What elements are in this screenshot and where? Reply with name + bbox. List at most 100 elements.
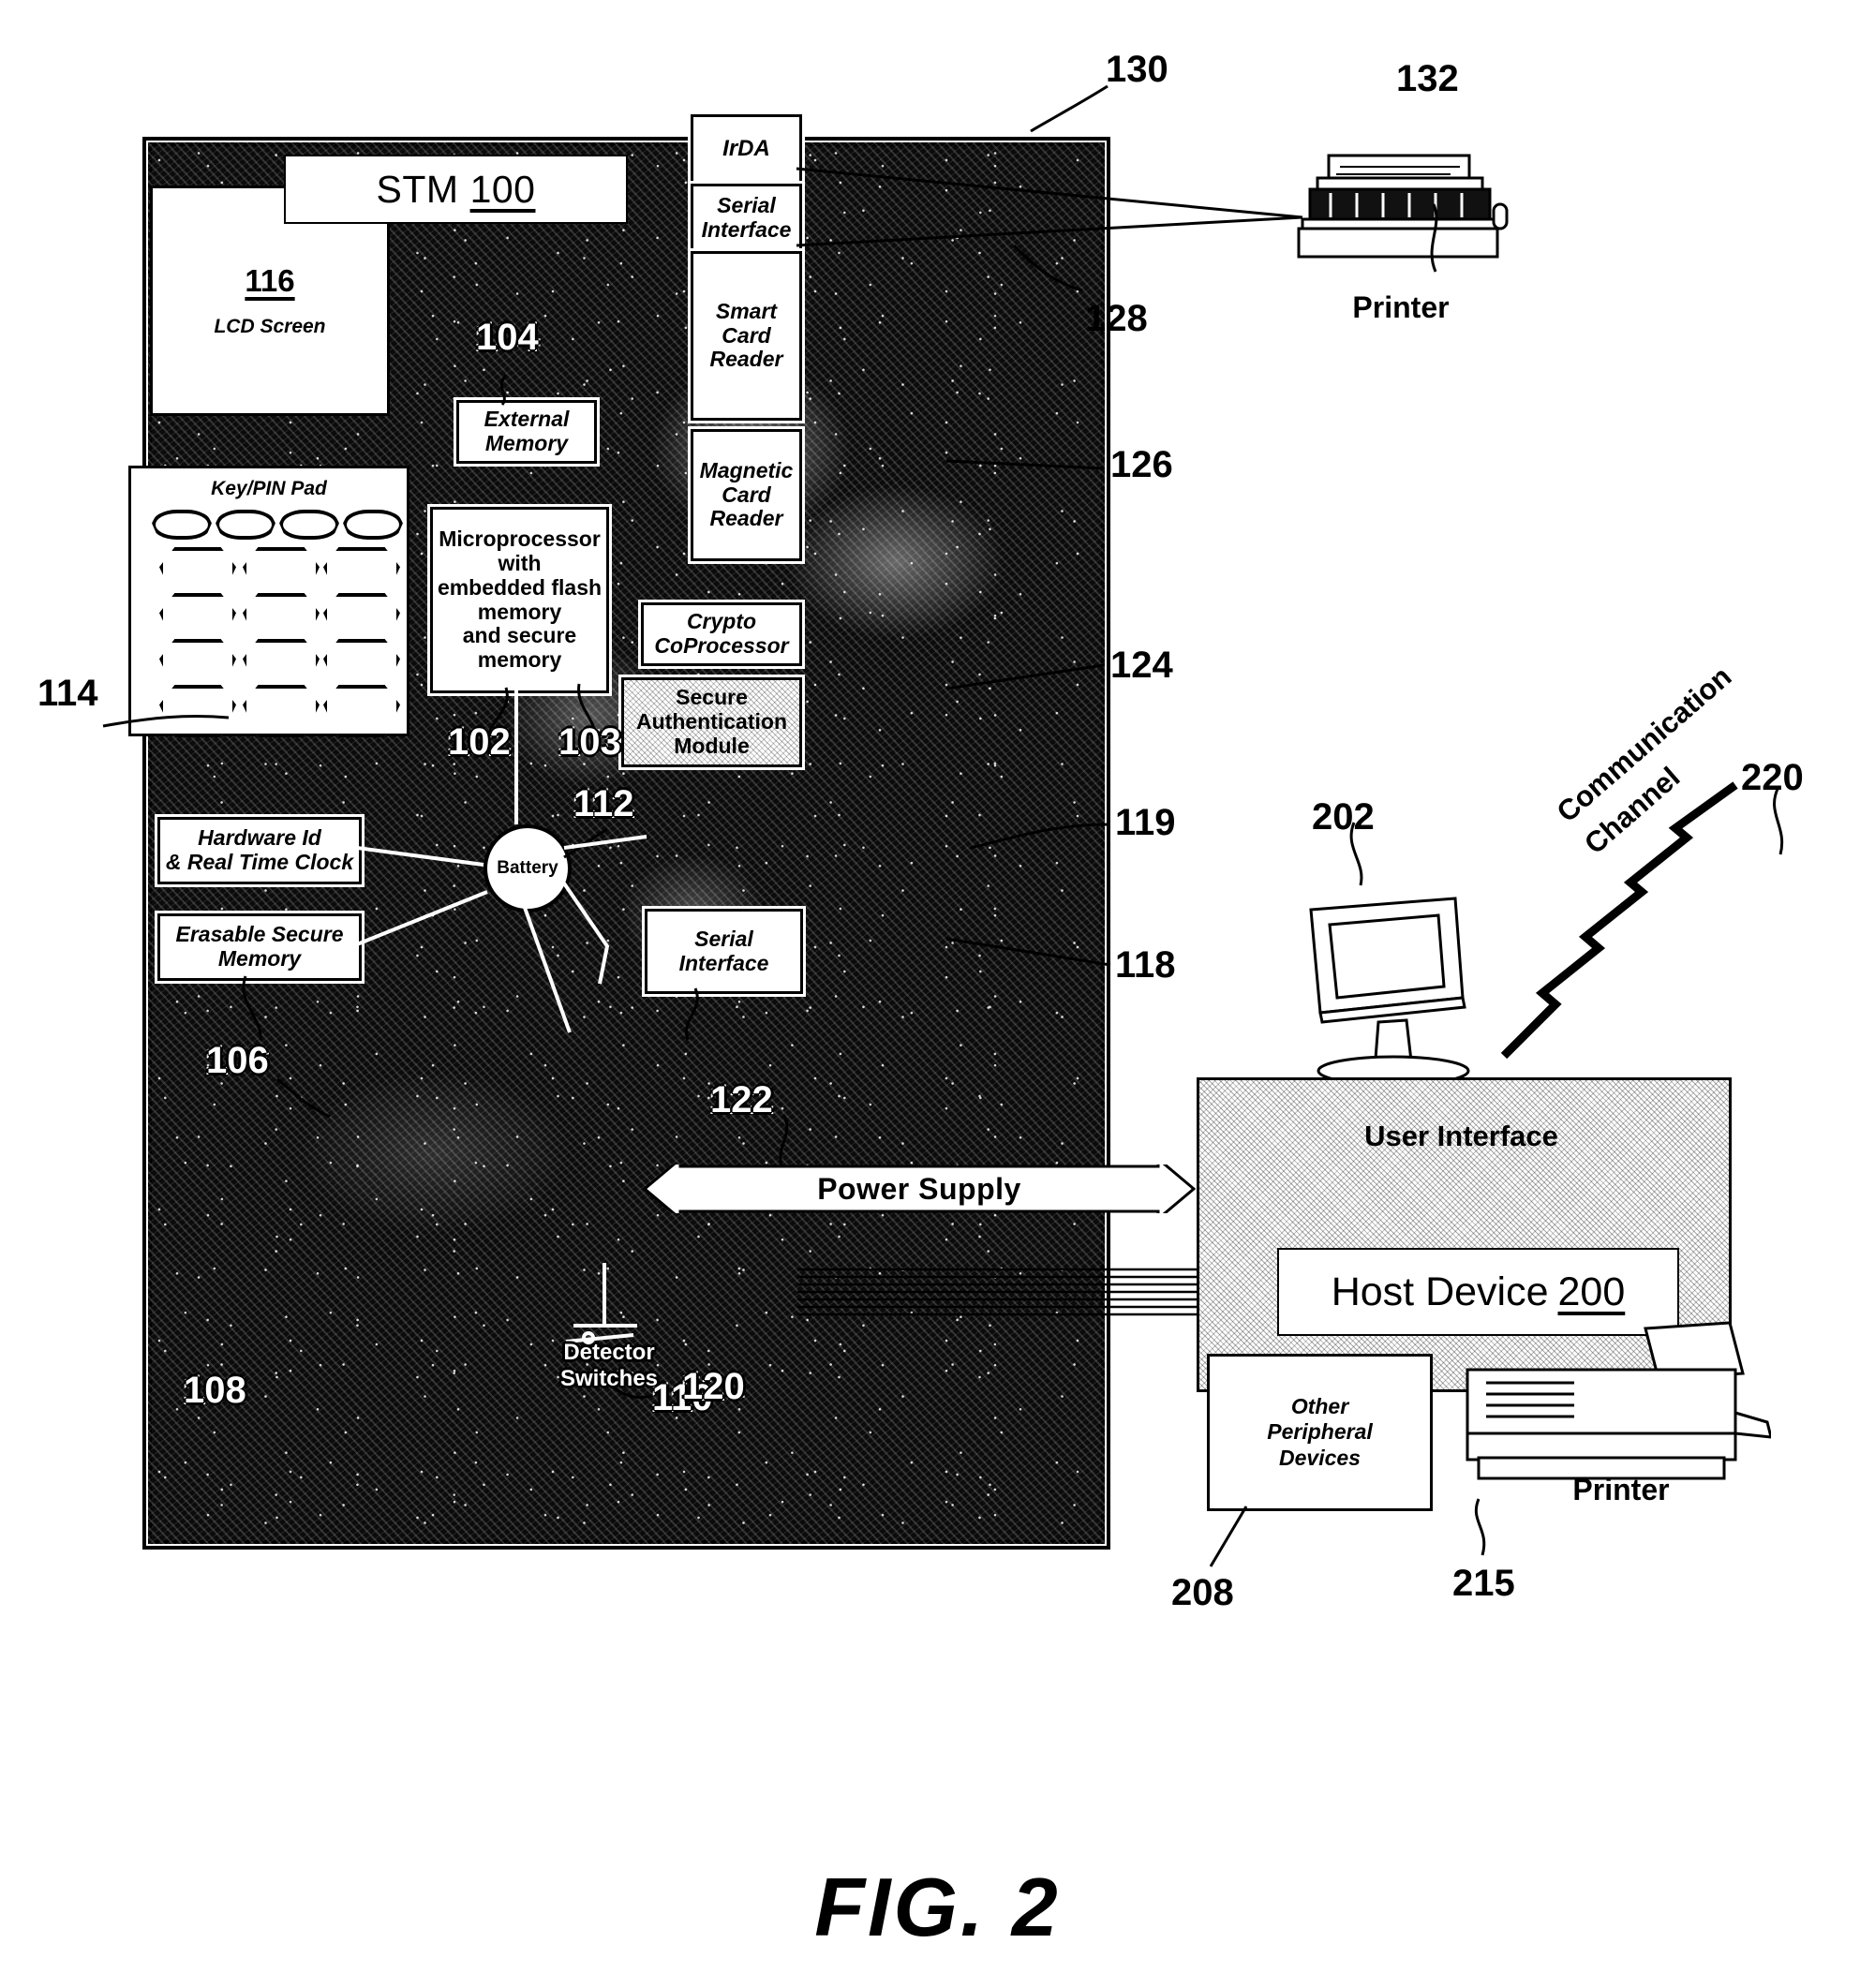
smart-card-line-1: Smart — [715, 298, 778, 323]
keypad-key[interactable] — [323, 685, 400, 737]
printer-bottom-illustration — [1462, 1321, 1773, 1494]
smart-card-reader-block: Smart Card Reader — [691, 251, 802, 421]
microprocessor-line-4: memory — [477, 599, 562, 624]
ref-106: 106 — [204, 1038, 271, 1083]
communication-channel-label: Communication Channel — [1548, 657, 1769, 865]
ref-124: 124 — [1110, 645, 1173, 686]
ref-104: 104 — [474, 315, 541, 360]
keypad-key[interactable] — [159, 639, 236, 691]
crypto-line-2: CoProcessor — [654, 633, 789, 658]
host-device-ref: 200 — [1557, 1268, 1626, 1314]
keypad-key[interactable] — [323, 547, 400, 600]
smart-card-line-3: Reader — [709, 347, 783, 372]
microprocessor-line-6: memory — [477, 647, 562, 672]
serial-top-line-2: Interface — [701, 217, 792, 242]
keypad-key[interactable] — [243, 685, 320, 737]
erasable-secure-memory-block: Erasable Secure Memory — [157, 913, 362, 981]
ref-119: 119 — [1115, 802, 1176, 843]
microprocessor-line-2: with — [498, 551, 542, 575]
secure-authentication-module-block: Secure Authentication Module — [621, 677, 802, 767]
microprocessor-line-1: Microprocessor — [439, 527, 601, 552]
battery-node: Battery — [484, 824, 572, 912]
power-supply-label: Power Supply — [817, 1171, 1021, 1206]
user-interface-label: User Interface — [1364, 1120, 1558, 1152]
ref-114: 114 — [37, 673, 98, 714]
other-peripheral-devices-block: Other Peripheral Devices — [1207, 1354, 1433, 1511]
magnetic-card-reader-block: Magnetic Card Reader — [691, 429, 802, 561]
ref-103: 103 — [557, 720, 623, 764]
serial-bottom-line-1: Serial — [694, 926, 753, 951]
serial-interface-top-block: Serial Interface — [691, 184, 802, 253]
printer-top-label: Printer — [1352, 290, 1450, 324]
keypad-key[interactable] — [159, 593, 236, 645]
lcd-ref: 116 — [245, 263, 295, 298]
keypad-key[interactable] — [323, 593, 400, 645]
ref-128: 128 — [1085, 298, 1148, 339]
keypad-key[interactable] — [343, 510, 403, 540]
irda-block: IrDA — [691, 114, 802, 184]
microprocessor-line-5: and secure — [462, 623, 577, 648]
host-device-label: Host Device — [1331, 1268, 1549, 1314]
external-memory-label: External Memory — [484, 407, 570, 455]
microprocessor-line-3: embedded flash — [437, 574, 603, 600]
erasable-memory-line-1: Erasable Secure — [175, 922, 344, 947]
keypad-key[interactable] — [279, 510, 339, 540]
keypad-key[interactable] — [159, 685, 236, 737]
figure-caption: FIG. 2 — [814, 1861, 1061, 1953]
other-peripherals-line-1: Other — [1290, 1393, 1349, 1418]
keypad-key[interactable] — [159, 547, 236, 600]
erasable-memory-line-2: Memory — [217, 946, 302, 971]
keypad-key[interactable] — [243, 593, 320, 645]
ref-112: 112 — [572, 781, 636, 826]
stm-title-label: STM — [376, 167, 459, 211]
sam-line-3: Module — [674, 733, 750, 758]
ref-118: 118 — [1115, 944, 1176, 986]
hardware-id-line-2: & Real Time Clock — [165, 850, 354, 874]
serial-bottom-line-2: Interface — [678, 950, 769, 975]
smart-card-line-2: Card — [722, 322, 771, 348]
magnetic-card-line-2: Card — [722, 482, 771, 507]
keypad-key[interactable] — [323, 639, 400, 691]
printer-bottom-label: Printer — [1572, 1473, 1670, 1506]
keypad-key[interactable] — [216, 510, 275, 540]
sam-line-2: Authentication — [636, 709, 787, 734]
irda-label: IrDA — [722, 135, 770, 161]
detector-switches-line-2: Switches — [559, 1365, 659, 1391]
stm-title-box: STM 100 — [284, 155, 628, 224]
external-memory-block: External Memory — [456, 400, 597, 464]
battery-label: Battery — [497, 858, 558, 878]
magnetic-card-line-1: Magnetic — [699, 457, 794, 482]
power-supply-arrow: Power Supply — [642, 1155, 1197, 1223]
keypad-key[interactable] — [152, 510, 212, 540]
microprocessor-block: Microprocessor with embedded flash memor… — [430, 507, 609, 693]
detector-switches-line-1: Detector — [563, 1340, 655, 1365]
other-peripherals-line-2: Peripheral — [1267, 1419, 1373, 1445]
ref-215: 215 — [1452, 1563, 1515, 1604]
ref-208: 208 — [1171, 1572, 1234, 1613]
ref-132: 132 — [1396, 58, 1459, 99]
ref-120: 120 — [680, 1364, 747, 1409]
crypto-line-1: Crypto — [686, 609, 757, 634]
ref-108: 108 — [182, 1368, 248, 1413]
crypto-coprocessor-block: Crypto CoProcessor — [641, 602, 802, 666]
ref-130: 130 — [1106, 49, 1168, 90]
keypad-key[interactable] — [243, 547, 320, 600]
lcd-label: LCD Screen — [214, 316, 326, 337]
printer-top-illustration — [1293, 150, 1509, 262]
hardware-id-clock-block: Hardware Id & Real Time Clock — [157, 817, 362, 884]
ref-126: 126 — [1110, 444, 1173, 485]
sam-line-1: Secure — [676, 685, 748, 710]
other-peripherals-line-3: Devices — [1279, 1445, 1361, 1470]
ref-122: 122 — [708, 1077, 775, 1122]
monitor-illustration — [1298, 885, 1476, 1087]
patent-figure: STM 100 116 LCD Screen Key/PIN Pad Exter… — [0, 0, 1875, 1988]
serial-interface-bottom-block: Serial Interface — [645, 909, 803, 994]
stm-title-ref: 100 — [469, 167, 536, 211]
ref-202: 202 — [1312, 796, 1375, 838]
ref-102: 102 — [446, 720, 513, 764]
keypad-key[interactable] — [243, 639, 320, 691]
ref-220: 220 — [1741, 757, 1804, 798]
magnetic-card-line-3: Reader — [709, 506, 783, 531]
keypad-label: Key/PIN Pad — [211, 478, 327, 499]
serial-top-line-1: Serial — [717, 193, 776, 218]
